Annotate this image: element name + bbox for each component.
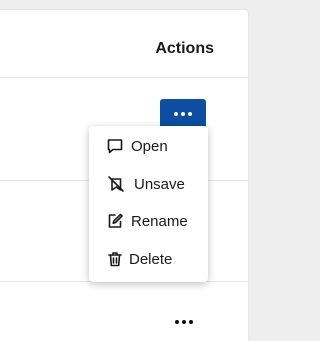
dot bbox=[182, 320, 186, 324]
actions-column-header: Actions bbox=[155, 40, 214, 57]
menu-item-open[interactable]: Open bbox=[89, 128, 208, 164]
menu-item-delete[interactable]: Delete bbox=[89, 241, 208, 277]
dot bbox=[174, 112, 178, 116]
trash-icon bbox=[106, 250, 124, 268]
comment-icon bbox=[106, 137, 124, 155]
dot bbox=[181, 112, 185, 116]
unsave-icon bbox=[107, 175, 125, 193]
menu-item-unsave[interactable]: Unsave bbox=[89, 166, 208, 202]
menu-item-label: Rename bbox=[131, 212, 188, 230]
dot bbox=[189, 320, 193, 324]
row-actions-button[interactable] bbox=[161, 307, 207, 337]
menu-item-label: Unsave bbox=[134, 175, 185, 193]
dot bbox=[175, 320, 179, 324]
row-actions-menu: Open Unsave Rename Delete bbox=[89, 126, 208, 282]
row-actions-button[interactable] bbox=[160, 99, 206, 129]
row-divider bbox=[0, 77, 248, 78]
dot bbox=[188, 112, 192, 116]
edit-icon bbox=[106, 212, 124, 230]
menu-item-label: Delete bbox=[129, 250, 173, 268]
menu-item-label: Open bbox=[131, 137, 168, 155]
menu-item-rename[interactable]: Rename bbox=[89, 203, 208, 239]
